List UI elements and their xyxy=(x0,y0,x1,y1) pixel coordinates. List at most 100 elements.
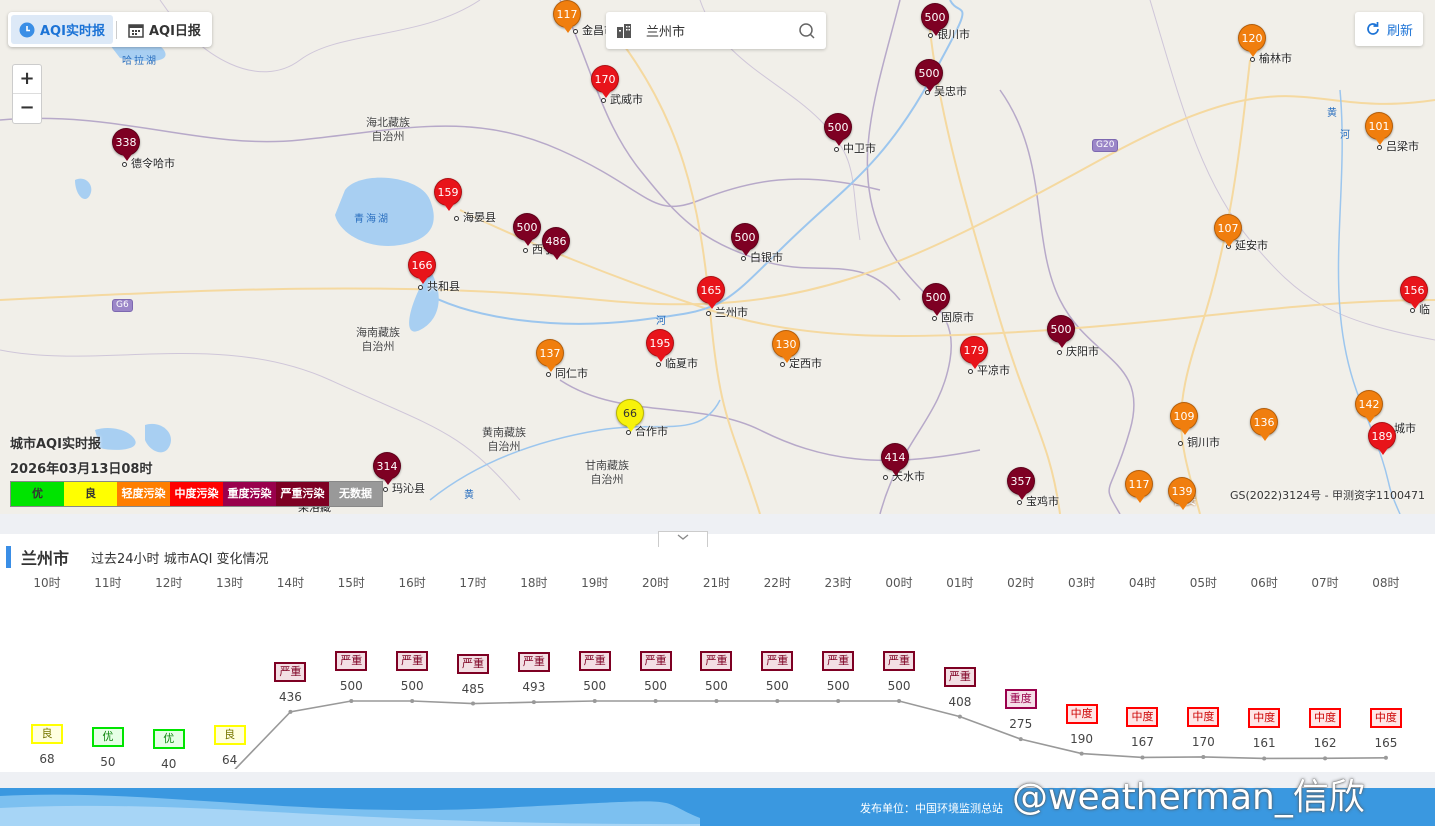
aqi-marker[interactable]: 107 xyxy=(1214,214,1242,247)
highway-shield: G6 xyxy=(112,299,133,312)
refresh-icon xyxy=(1367,22,1379,35)
city-name: 合作市 xyxy=(635,425,668,438)
aqi-marker[interactable]: 120 xyxy=(1238,24,1266,57)
aqi-marker[interactable]: 338 xyxy=(112,128,140,161)
city-name: 榆林市 xyxy=(1259,52,1292,65)
city-label[interactable]: 海晏县 xyxy=(454,211,496,224)
aqi-marker[interactable]: 165 xyxy=(697,276,725,309)
aqi-value: 167 xyxy=(1131,735,1154,750)
river-label: 黄 xyxy=(1327,108,1339,119)
aqi-value: 500 xyxy=(826,679,850,693)
aqi-marker[interactable]: 137 xyxy=(536,339,564,372)
aqi-value: 162 xyxy=(1313,736,1337,751)
map-attribution: GS(2022)3124号 - 甲测资字1100471 xyxy=(1230,489,1426,502)
aqi-marker[interactable]: 500 xyxy=(1047,315,1075,348)
aqi-marker[interactable]: 136 xyxy=(1250,408,1278,441)
city-dot-icon xyxy=(932,315,937,321)
city-name: 银川市 xyxy=(937,28,970,41)
tab-realtime[interactable]: AQI实时报 xyxy=(11,15,113,44)
level-badge: 中度 xyxy=(1369,707,1402,728)
level-badge: 严重 xyxy=(457,653,490,674)
city-name: 玛沁县 xyxy=(392,482,425,495)
aqi-marker[interactable]: 179 xyxy=(960,336,988,369)
aqi-marker[interactable]: 189 xyxy=(1368,422,1396,455)
aqi-value: 500 xyxy=(765,679,789,693)
aqi-map[interactable]: 海北藏族 自治州 海南藏族 自治州 黄南藏族 自治州 甘南藏族 自治州 哈拉湖 青海湖 … xyxy=(0,0,1435,514)
city-dot-icon xyxy=(122,161,127,167)
aqi-marker[interactable]: 142 xyxy=(1355,390,1383,423)
aqi-marker[interactable]: 159 xyxy=(434,178,462,211)
city-name: 铜川市 xyxy=(1187,436,1220,449)
level-badge: 严重 xyxy=(517,652,550,673)
city-dot-icon xyxy=(968,368,973,374)
trend-point xyxy=(775,699,780,703)
city-name: 海晏县 xyxy=(463,211,496,224)
trend-point xyxy=(349,699,354,703)
city-label[interactable]: 铜川市 xyxy=(1178,436,1220,449)
search-icon[interactable] xyxy=(798,22,816,40)
aqi-marker[interactable]: 500 xyxy=(921,3,949,36)
zoom-out-button[interactable]: − xyxy=(13,94,41,123)
hour-label: 22时 xyxy=(763,576,791,590)
aqi-legend: 优良轻度污染 中度污染 重度污染 严重污染 无数据 xyxy=(10,481,383,507)
aqi-marker[interactable]: 500 xyxy=(922,283,950,316)
aqi-marker[interactable]: 486 xyxy=(542,227,570,260)
aqi-marker[interactable]: 101 xyxy=(1365,112,1393,145)
aqi-marker[interactable]: 117 xyxy=(553,0,581,33)
legend-title: 城市AQI实时报 xyxy=(10,437,101,452)
aqi-marker[interactable]: 500 xyxy=(731,223,759,256)
aqi-marker[interactable]: 109 xyxy=(1170,402,1198,435)
hour-label: 13时 xyxy=(215,576,244,590)
river-label: 河 xyxy=(1340,130,1352,141)
aqi-marker[interactable]: 500 xyxy=(915,59,943,92)
city-name: 兰州市 xyxy=(715,306,748,319)
city-dot-icon xyxy=(454,215,459,221)
aqi-marker[interactable]: 500 xyxy=(824,113,852,146)
level-badge: 严重 xyxy=(761,651,794,671)
trend-point xyxy=(1140,755,1145,760)
city-name: 临 xyxy=(1419,303,1430,316)
aqi-marker[interactable]: 156 xyxy=(1400,276,1428,309)
level-badge: 严重 xyxy=(335,651,368,671)
panel-desc: 过去24小时 城市AQI 变化情况 xyxy=(91,551,269,567)
aqi-marker[interactable]: 357 xyxy=(1007,467,1035,500)
building-icon xyxy=(617,23,631,38)
aqi-marker[interactable]: 500 xyxy=(513,213,541,246)
city-name: 延安市 xyxy=(1235,239,1268,252)
aqi-value: 500 xyxy=(400,679,424,693)
level-badge: 严重 xyxy=(822,651,855,671)
trend-point xyxy=(957,714,962,719)
collapse-toggle[interactable] xyxy=(658,531,708,547)
city-dot-icon xyxy=(383,486,388,492)
aqi-marker[interactable]: 139 xyxy=(1168,477,1196,510)
level-badge: 中度 xyxy=(1126,707,1159,728)
aqi-marker[interactable]: 195 xyxy=(646,329,674,362)
level-badge: 严重 xyxy=(639,651,672,671)
city-dot-icon xyxy=(1178,440,1183,446)
aqi-marker[interactable]: 117 xyxy=(1125,470,1153,503)
tab-daily[interactable]: AQI日报 xyxy=(120,15,209,44)
aqi-marker[interactable]: 166 xyxy=(408,251,436,284)
aqi-marker[interactable]: 66 xyxy=(616,399,644,432)
aqi-marker[interactable]: 414 xyxy=(881,443,909,476)
river-label: 河 xyxy=(656,316,668,327)
aqi-marker[interactable]: 314 xyxy=(373,452,401,485)
level-badge: 严重 xyxy=(274,661,307,682)
trend-point xyxy=(714,699,719,703)
aqi-marker[interactable]: 130 xyxy=(772,330,800,363)
city-label[interactable]: 天水市 xyxy=(883,470,925,483)
hour-label: 08时 xyxy=(1372,576,1400,590)
panel-header: 兰州市 过去24小时 城市AQI 变化情况 xyxy=(6,546,269,568)
city-name: 吴忠市 xyxy=(934,85,967,98)
clock-icon xyxy=(19,22,35,37)
lake-label: 哈拉湖 xyxy=(122,56,158,67)
city-dot-icon xyxy=(573,28,578,34)
search-input[interactable] xyxy=(646,23,786,38)
aqi-marker[interactable]: 170 xyxy=(591,65,619,98)
city-dot-icon xyxy=(1377,144,1382,150)
highway-shield: G20 xyxy=(1092,139,1119,152)
zoom-in-button[interactable]: + xyxy=(13,65,41,94)
aqi-value: 500 xyxy=(583,679,607,693)
trend-point xyxy=(592,699,597,703)
refresh-button[interactable]: 刷新 xyxy=(1355,12,1423,46)
